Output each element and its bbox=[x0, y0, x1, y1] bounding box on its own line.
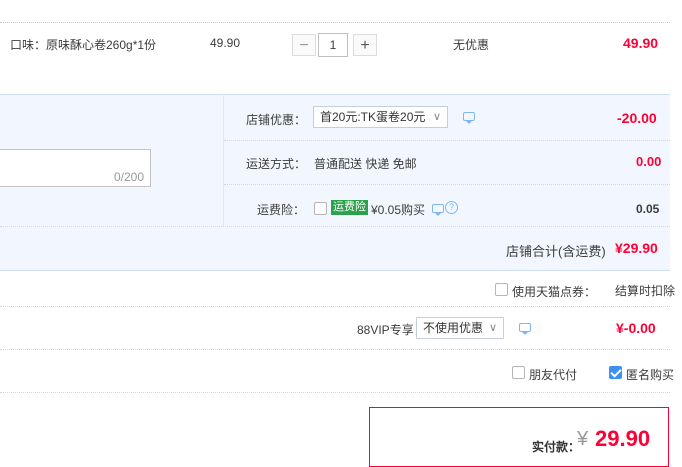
shop-top-border bbox=[0, 94, 670, 95]
divider bbox=[224, 140, 670, 141]
delivery-value: 普通配送 快递 免邮 bbox=[314, 157, 417, 171]
vip-select[interactable]: 不使用优惠 ∨ bbox=[416, 317, 504, 339]
delivery-label: 运送方式： bbox=[246, 157, 307, 171]
divider bbox=[0, 306, 670, 307]
vip-label: 88VIP专享 bbox=[357, 323, 414, 337]
message-icon[interactable] bbox=[463, 112, 475, 124]
anonymous-label: 匿名购买 bbox=[626, 368, 675, 382]
insurance-amount: 0.05 bbox=[636, 202, 660, 216]
coupon-amount: -20.00 bbox=[617, 110, 657, 126]
message-icon[interactable] bbox=[432, 204, 444, 216]
insurance-label: 运费险： bbox=[257, 203, 306, 217]
friend-pay-label: 朋友代付 bbox=[529, 368, 578, 382]
chevron-down-icon: ∨ bbox=[488, 322, 497, 334]
vip-amount: ¥-0.00 bbox=[616, 320, 656, 336]
coupon-select[interactable]: 首20元:TK蛋卷20元 ∨ bbox=[313, 106, 448, 128]
divider bbox=[224, 184, 670, 185]
points-label: 使用天猫点券： bbox=[512, 285, 597, 299]
top-border bbox=[0, 22, 670, 23]
coupon-select-value: 首20元:TK蛋卷20元 bbox=[320, 110, 426, 124]
shop-total-value: ¥29.90 bbox=[615, 240, 658, 256]
payment-amount: 29.90 bbox=[595, 426, 651, 451]
payment-label: 实付款： bbox=[532, 440, 581, 454]
points-checkbox[interactable] bbox=[495, 283, 508, 296]
divider bbox=[0, 349, 670, 350]
payment-box: 实付款： ¥ 29.90 bbox=[369, 407, 669, 467]
item-unit-price: 49.90 bbox=[210, 36, 241, 50]
delivery-amount: 0.00 bbox=[636, 154, 662, 169]
message-counter: 0/200 bbox=[113, 170, 144, 184]
friend-pay-checkbox[interactable] bbox=[512, 366, 525, 379]
quantity-input[interactable]: 1 bbox=[318, 33, 348, 57]
points-note: 结算时扣除 bbox=[615, 284, 676, 298]
divider bbox=[0, 226, 670, 227]
message-textarea[interactable]: 0/200 bbox=[0, 149, 151, 187]
vip-select-value: 不使用优惠 bbox=[423, 321, 484, 335]
message-icon[interactable] bbox=[519, 323, 531, 335]
insurance-price: ¥0.05购买 bbox=[371, 203, 426, 217]
quantity-decrease-button[interactable]: − bbox=[292, 34, 316, 56]
quantity-increase-button[interactable]: + bbox=[353, 34, 377, 56]
anonymous-checkbox[interactable] bbox=[609, 366, 622, 379]
shop-bottom-border bbox=[0, 270, 670, 271]
shop-divider bbox=[223, 94, 224, 226]
insurance-checkbox[interactable] bbox=[314, 202, 327, 215]
payment-currency: ¥ bbox=[577, 428, 589, 450]
chevron-down-icon: ∨ bbox=[432, 111, 441, 123]
help-icon[interactable]: ? bbox=[445, 201, 458, 214]
item-subtotal: 49.90 bbox=[623, 35, 659, 51]
divider bbox=[0, 392, 670, 393]
item-flavor: 口味：原味酥心卷260g*1份 bbox=[10, 38, 157, 52]
shop-total-label: 店铺合计(含运费) bbox=[506, 244, 606, 259]
item-discount: 无优惠 bbox=[453, 38, 490, 52]
insurance-badge: 运费险 bbox=[331, 200, 368, 215]
coupon-label: 店铺优惠： bbox=[246, 113, 307, 127]
